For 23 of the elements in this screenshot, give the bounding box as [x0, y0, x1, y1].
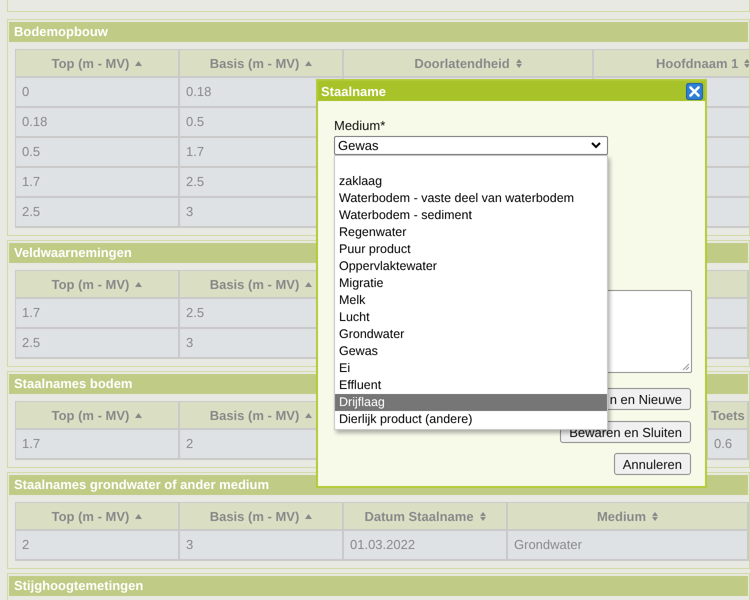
- dropdown-option[interactable]: Drijflaag: [335, 394, 607, 411]
- table-cell: 1.7: [16, 168, 180, 198]
- table-cell: 2.5: [16, 198, 180, 228]
- table-cell: 2.5: [16, 329, 180, 359]
- table-cell: 3: [180, 531, 344, 561]
- section-title: Stijghoogtemetingen: [9, 576, 748, 596]
- medium-dropdown[interactable]: Gewas: [334, 136, 608, 155]
- chevron-down-icon: [591, 142, 601, 149]
- dialog-button[interactable]: Annuleren: [614, 453, 691, 475]
- dropdown-option[interactable]: Ei: [335, 360, 607, 377]
- section-title: Bodemopbouw: [9, 22, 748, 42]
- table-cell: Grondwater: [508, 531, 749, 561]
- close-icon[interactable]: [686, 82, 703, 100]
- table-cell: 0.6: [708, 430, 749, 460]
- dropdown-option[interactable]: Puur product: [335, 241, 607, 258]
- table-cell: 0.18: [16, 108, 180, 138]
- resize-grip-icon[interactable]: [682, 363, 690, 371]
- table-cell: 1.7: [16, 299, 180, 329]
- table-cell: 01.03.2022: [344, 531, 508, 561]
- table-cell: 1.7: [16, 430, 180, 460]
- table-cell: 0.5: [16, 138, 180, 168]
- table-cell: 2: [16, 531, 180, 561]
- table-cell: 0: [16, 78, 180, 108]
